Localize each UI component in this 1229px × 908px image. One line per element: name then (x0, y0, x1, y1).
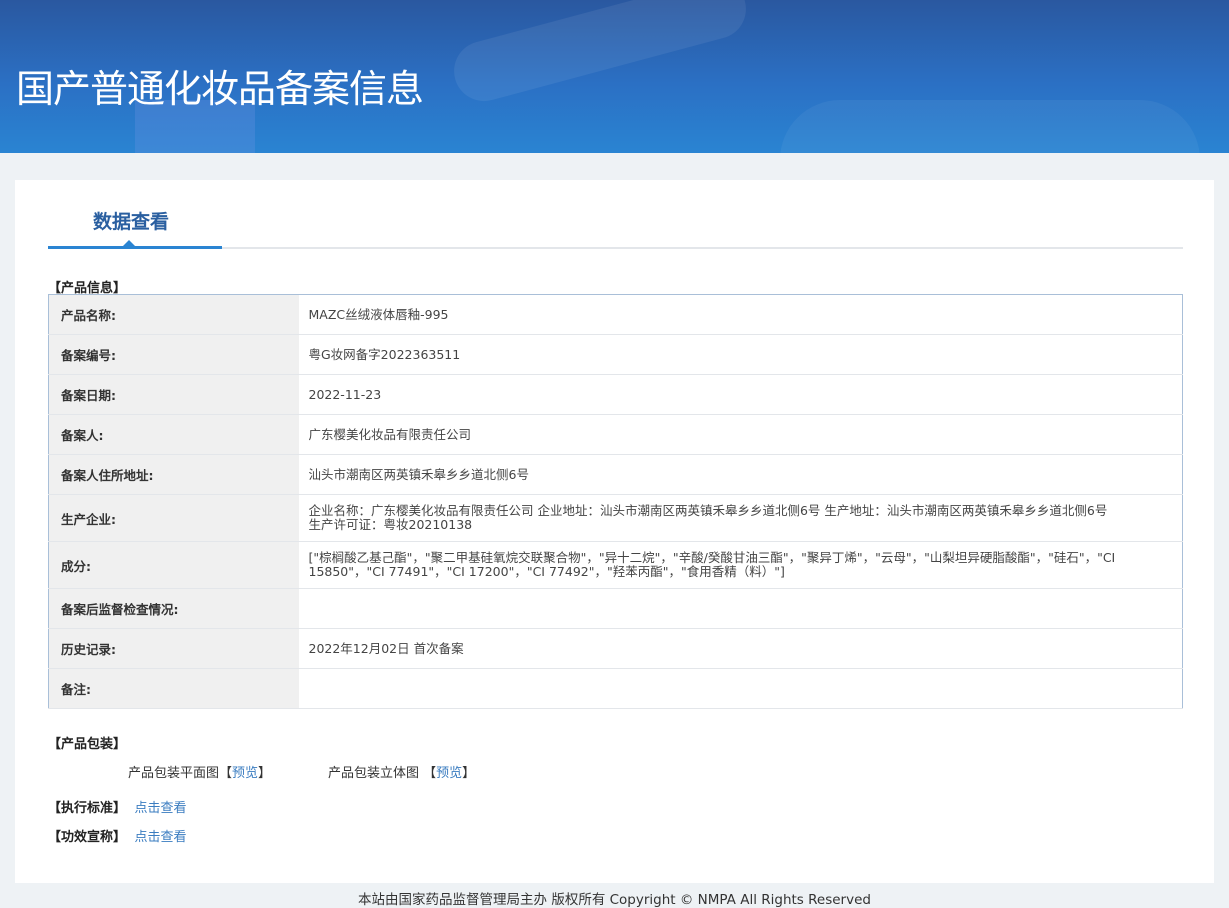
row-label: 备注: (48, 668, 299, 709)
row-value: 粤G妆网备字2022363511 (298, 334, 1183, 375)
table-row: 备注: (48, 668, 1183, 709)
packaging-flat-label: 产品包装平面图【 (128, 766, 233, 781)
packaging-solid-label: 产品包装立体图 【 (328, 766, 437, 781)
table-row: 备案后监督检查情况: (48, 588, 1183, 629)
table-row: 成分: ["棕榈酸乙基己酯"，"聚二甲基硅氧烷交联聚合物"，"异十二烷"，"辛酸/… (48, 541, 1183, 589)
efficacy-row: 【功效宣称】 点击查看 (48, 826, 187, 845)
tab-data-view[interactable]: 数据查看 (93, 207, 169, 234)
row-value: 汕头市潮南区两英镇禾皋乡乡道北侧6号 (298, 454, 1183, 495)
product-info-table: 产品名称: MAZC丝绒液体唇釉-995 备案编号: 粤G妆网备字2022363511… (48, 294, 1183, 709)
standard-row: 【执行标准】 点击查看 (48, 797, 187, 816)
table-row: 备案编号: 粤G妆网备字2022363511 (48, 334, 1183, 375)
table-row: 历史记录: 2022年12月02日 首次备案 (48, 628, 1183, 669)
row-value: MAZC丝绒液体唇釉-995 (298, 294, 1183, 335)
row-label: 生产企业: (48, 494, 299, 542)
page-title: 国产普通化妆品备案信息 (16, 67, 424, 111)
header-decoration (780, 100, 1200, 153)
row-label: 历史记录: (48, 628, 299, 669)
row-value (298, 588, 1183, 629)
content-card: 数据查看 【产品信息】 产品名称: MAZC丝绒液体唇釉-995 备案编号: 粤G妆网… (15, 180, 1214, 883)
page-header: 国产普通化妆品备案信息 (0, 0, 1229, 153)
row-value: 2022-11-23 (298, 374, 1183, 415)
row-value: ["棕榈酸乙基己酯"，"聚二甲基硅氧烷交联聚合物"，"异十二烷"，"辛酸/癸酸甘… (298, 541, 1183, 589)
table-row: 备案日期: 2022-11-23 (48, 374, 1183, 415)
tab-arrow-icon (122, 240, 136, 247)
header-decoration (447, 0, 753, 108)
packaging-solid-preview-link[interactable]: 预览 (436, 766, 462, 781)
row-value (298, 668, 1183, 709)
packaging-solid: 产品包装立体图 【预览】 (328, 762, 475, 781)
packaging-flat-preview-link[interactable]: 预览 (232, 766, 258, 781)
footer-copyright: 本站由国家药品监督管理局主办 版权所有 Copyright © NMPA All… (358, 892, 871, 908)
row-label: 备案日期: (48, 374, 299, 415)
row-label: 备案后监督检查情况: (48, 588, 299, 629)
row-value: 广东樱美化妆品有限责任公司 (298, 414, 1183, 455)
row-label: 产品名称: (48, 294, 299, 335)
row-label: 备案人住所地址: (48, 454, 299, 495)
row-value: 2022年12月02日 首次备案 (298, 628, 1183, 669)
bracket: 】 (258, 766, 272, 781)
row-label: 成分: (48, 541, 299, 589)
row-label: 备案人: (48, 414, 299, 455)
standard-view-link[interactable]: 点击查看 (135, 801, 187, 816)
packaging-heading: 【产品包装】 (48, 737, 127, 752)
row-value: 企业名称：广东樱美化妆品有限责任公司 企业地址：汕头市潮南区两英镇禾皋乡乡道北侧… (298, 494, 1183, 542)
row-label: 备案编号: (48, 334, 299, 375)
table-row: 备案人住所地址: 汕头市潮南区两英镇禾皋乡乡道北侧6号 (48, 454, 1183, 495)
table-row: 产品名称: MAZC丝绒液体唇釉-995 (48, 294, 1183, 335)
efficacy-label: 【功效宣称】 (48, 830, 127, 845)
table-row: 备案人: 广东樱美化妆品有限责任公司 (48, 414, 1183, 455)
efficacy-view-link[interactable]: 点击查看 (135, 830, 187, 845)
standard-label: 【执行标准】 (48, 801, 127, 816)
table-row: 生产企业: 企业名称：广东樱美化妆品有限责任公司 企业地址：汕头市潮南区两英镇禾皋… (48, 494, 1183, 542)
packaging-flat: 产品包装平面图【预览】 (128, 762, 271, 781)
bracket: 】 (462, 766, 476, 781)
